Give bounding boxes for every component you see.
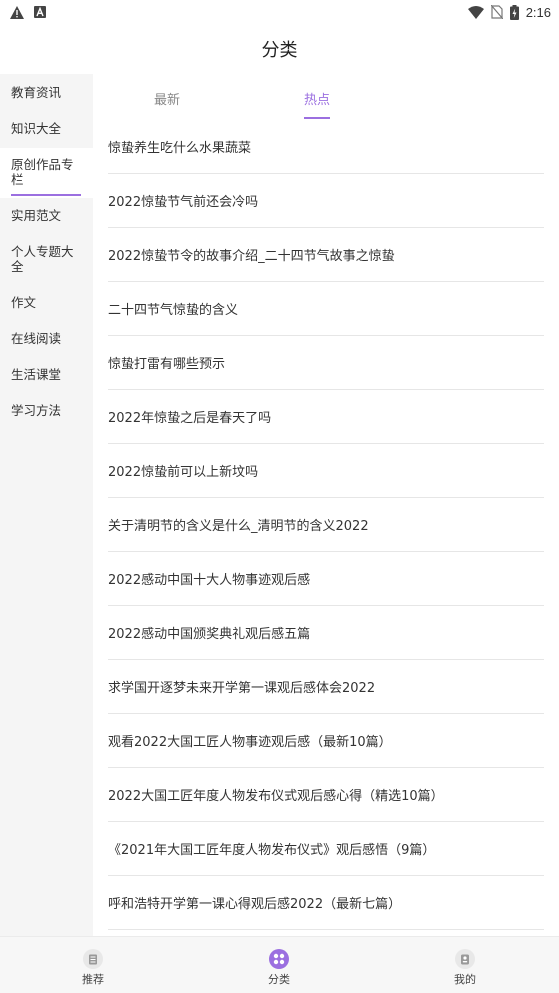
sidebar-item-original-works[interactable]: 原创作品专栏 bbox=[0, 148, 93, 198]
sidebar-item-label: 生活课堂 bbox=[11, 367, 62, 382]
sidebar-item-label: 实用范文 bbox=[11, 208, 62, 223]
article-list: 惊蛰养生吃什么水果蔬菜 2022惊蛰节气前还会冷吗 2022惊蛰节令的故事介绍_… bbox=[108, 120, 544, 930]
warning-icon bbox=[10, 5, 24, 19]
list-item[interactable]: 2022惊蛰节令的故事介绍_二十四节气故事之惊蛰 bbox=[108, 228, 544, 282]
sidebar-item-knowledge[interactable]: 知识大全 bbox=[0, 121, 93, 136]
bottom-nav: 推荐 分类 我的 bbox=[0, 936, 559, 993]
sidebar-item-label: 作文 bbox=[11, 295, 37, 310]
list-item[interactable]: 求学国开逐梦未来开学第一课观后感体会2022 bbox=[108, 660, 544, 714]
list-item[interactable]: 观看2022大国工匠人物事迹观后感（最新10篇） bbox=[108, 714, 544, 768]
nav-recommend[interactable]: 推荐 bbox=[53, 937, 133, 993]
nav-label: 我的 bbox=[454, 973, 476, 986]
sidebar-item-label: 学习方法 bbox=[11, 403, 62, 418]
tab-hot[interactable]: 热点 bbox=[304, 89, 330, 108]
category-sidebar: 教育资讯 知识大全 原创作品专栏 实用范文 个人专题大全 作文 在线阅读 生活课… bbox=[0, 74, 93, 936]
nav-category[interactable]: 分类 bbox=[239, 937, 319, 993]
sidebar-item-label: 教育资讯 bbox=[11, 85, 62, 100]
list-item[interactable]: 《2021年大国工匠年度人物发布仪式》观后感悟（9篇） bbox=[108, 822, 544, 876]
nav-label: 推荐 bbox=[82, 973, 104, 986]
content-tabs: 最新 热点 bbox=[93, 74, 559, 120]
list-item[interactable]: 呼和浩特开学第一课心得观后感2022（最新七篇） bbox=[108, 876, 544, 930]
tab-latest[interactable]: 最新 bbox=[154, 89, 180, 108]
sidebar-active-indicator bbox=[11, 194, 81, 196]
list-item[interactable]: 惊蛰打雷有哪些预示 bbox=[108, 336, 544, 390]
nav-label: 分类 bbox=[268, 973, 290, 986]
sidebar-item-label: 原创作品专栏 bbox=[11, 157, 74, 187]
sidebar-item-label: 知识大全 bbox=[11, 121, 62, 136]
sidebar-item-practical-essays[interactable]: 实用范文 bbox=[0, 208, 93, 223]
sidebar-item-study-methods[interactable]: 学习方法 bbox=[0, 403, 93, 418]
list-item[interactable]: 2022大国工匠年度人物发布仪式观后感心得（精选10篇） bbox=[108, 768, 544, 822]
battery-icon bbox=[509, 4, 519, 20]
tab-active-indicator bbox=[304, 117, 330, 119]
sidebar-item-label: 在线阅读 bbox=[11, 331, 62, 346]
list-item[interactable]: 二十四节气惊蛰的含义 bbox=[108, 282, 544, 336]
list-item[interactable]: 惊蛰养生吃什么水果蔬菜 bbox=[108, 120, 544, 174]
a-icon bbox=[34, 6, 46, 18]
profile-icon bbox=[455, 949, 475, 969]
status-bar: 2:16 bbox=[0, 0, 559, 24]
nav-profile[interactable]: 我的 bbox=[425, 937, 505, 993]
sidebar-item-composition[interactable]: 作文 bbox=[0, 295, 93, 310]
list-item[interactable]: 2022感动中国十大人物事迹观后感 bbox=[108, 552, 544, 606]
list-item[interactable]: 2022年惊蛰之后是春天了吗 bbox=[108, 390, 544, 444]
sidebar-item-life-class[interactable]: 生活课堂 bbox=[0, 367, 93, 382]
sidebar-item-label: 个人专题大全 bbox=[11, 244, 74, 274]
status-time: 2:16 bbox=[525, 4, 551, 20]
list-item[interactable]: 关于清明节的含义是什么_清明节的含义2022 bbox=[108, 498, 544, 552]
wifi-icon bbox=[467, 5, 484, 19]
page-title: 分类 bbox=[261, 40, 298, 61]
list-item[interactable]: 2022感动中国颁奖典礼观后感五篇 bbox=[108, 606, 544, 660]
sidebar-item-personal-topics[interactable]: 个人专题大全 bbox=[0, 244, 93, 274]
sidebar-item-online-reading[interactable]: 在线阅读 bbox=[0, 331, 93, 346]
list-item[interactable]: 2022惊蛰前可以上新坟吗 bbox=[108, 444, 544, 498]
list-item[interactable]: 2022惊蛰节气前还会冷吗 bbox=[108, 174, 544, 228]
recommend-icon bbox=[83, 949, 103, 969]
no-sim-icon bbox=[490, 5, 503, 19]
category-icon bbox=[269, 949, 289, 969]
sidebar-item-education-news[interactable]: 教育资讯 bbox=[0, 85, 93, 100]
